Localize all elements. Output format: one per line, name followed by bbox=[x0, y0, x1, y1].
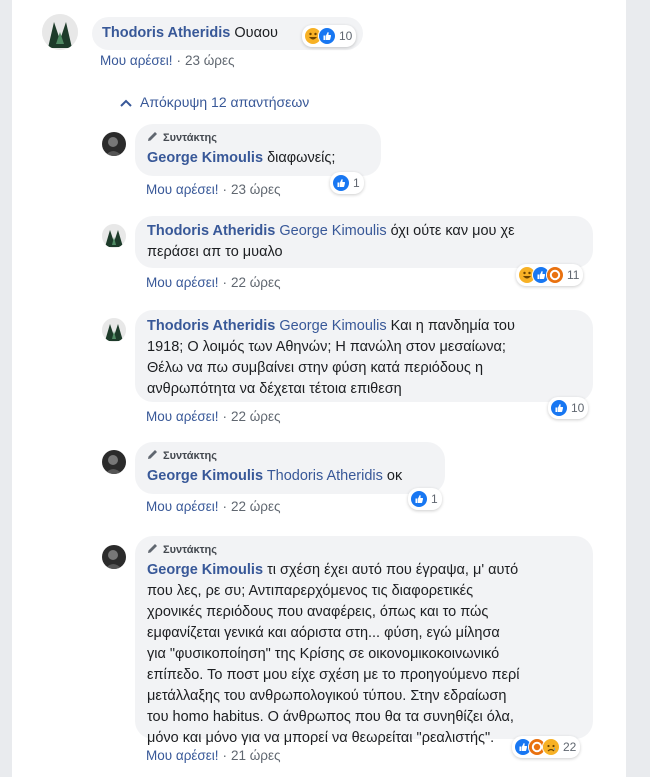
reply-bubble: Συντάκτης George Kimoulis τι σχέση έχει … bbox=[135, 536, 593, 746]
reply-text-line: εμφανίζεται γενικά και αόριστα στη... φύ… bbox=[147, 625, 500, 641]
avatar[interactable] bbox=[102, 132, 126, 156]
reply-text: Και η πανδημία του bbox=[390, 318, 515, 334]
reply-author[interactable]: George Kimoulis bbox=[147, 468, 263, 484]
reply-text: διαφωνείς; bbox=[267, 150, 336, 166]
timestamp[interactable]: 23 ώρες bbox=[185, 53, 235, 68]
reply-text-line: που λες, ρε συ; Αντιπαρερχόμενος τις δια… bbox=[147, 583, 474, 599]
timestamp[interactable]: 22 ώρες bbox=[231, 499, 281, 514]
reaction-summary[interactable]: 22 bbox=[512, 736, 581, 758]
reply-text: όχι ούτε καν μου χε bbox=[390, 223, 515, 239]
timestamp[interactable]: 23 ώρες bbox=[231, 182, 281, 197]
reply-actions: Μου αρέσει! · 22 ώρες bbox=[146, 275, 281, 290]
avatar[interactable] bbox=[102, 545, 126, 569]
reply-actions: Μου αρέσει! · 23 ώρες bbox=[146, 182, 281, 197]
reply-text-line: Θέλω να πω συμβαίνει στην φύση κατά περι… bbox=[147, 360, 484, 376]
angry-reaction-icon bbox=[546, 266, 564, 284]
reaction-count: 10 bbox=[339, 29, 353, 43]
author-badge-label: Συντάκτης bbox=[163, 132, 217, 144]
like-button[interactable]: Μου αρέσει! bbox=[146, 182, 219, 197]
reply-actions: Μου αρέσει! · 21 ώρες bbox=[146, 748, 281, 763]
reply-text-line: για "φυσικοποίηση" της Κρίσης σε οικονομ… bbox=[147, 646, 500, 662]
separator: · bbox=[222, 182, 228, 197]
avatar[interactable] bbox=[102, 450, 126, 474]
reply-text-continued: περάσει απ το μυαλο bbox=[147, 244, 283, 260]
reply-author[interactable]: Thodoris Atheridis bbox=[147, 318, 275, 334]
author-badge: Συντάκτης bbox=[147, 130, 369, 146]
hide-replies-label: Απόκρυψη 12 απαντήσεων bbox=[140, 94, 310, 110]
reaction-summary[interactable]: 11 bbox=[516, 264, 584, 286]
sad-reaction-icon bbox=[542, 738, 560, 756]
comments-panel: Thodoris Atheridis Ουαου 10 Μου αρέσει! ·… bbox=[12, 0, 626, 777]
reply-text-line: 1918; Ο λοιμός των Αθηνών; Η πανώλη στον… bbox=[147, 339, 506, 355]
like-button[interactable]: Μου αρέσει! bbox=[146, 748, 219, 763]
reaction-summary[interactable]: 10 bbox=[302, 25, 357, 47]
reply-bubble: Συντάκτης George Kimoulis διαφωνείς; bbox=[135, 124, 381, 176]
separator: · bbox=[222, 409, 228, 424]
like-button[interactable]: Μου αρέσει! bbox=[146, 499, 219, 514]
timestamp[interactable]: 21 ώρες bbox=[231, 748, 281, 763]
reply-author[interactable]: Thodoris Atheridis bbox=[147, 223, 275, 239]
author-badge-label: Συντάκτης bbox=[163, 544, 217, 556]
avatar[interactable] bbox=[102, 224, 126, 248]
reply-actions: Μου αρέσει! · 22 ώρες bbox=[146, 499, 281, 514]
like-button[interactable]: Μου αρέσει! bbox=[146, 275, 219, 290]
reaction-summary[interactable]: 1 bbox=[408, 488, 442, 510]
avatar[interactable] bbox=[102, 318, 126, 342]
comment-text: Ουαου bbox=[234, 25, 278, 41]
reply-text-line: του homo habitus. Ο άνθρωπος που θα τα σ… bbox=[147, 709, 514, 725]
reply-actions: Μου αρέσει! · 22 ώρες bbox=[146, 409, 281, 424]
reply-text: τι σχέση έχει αυτό που έγραψα, μ' αυτό bbox=[267, 562, 519, 578]
comment-actions: Μου αρέσει! · 23 ώρες bbox=[100, 53, 235, 68]
reply-author[interactable]: George Kimoulis bbox=[147, 562, 263, 578]
reaction-count: 22 bbox=[563, 740, 577, 754]
timestamp[interactable]: 22 ώρες bbox=[231, 275, 281, 290]
like-button[interactable]: Μου αρέσει! bbox=[100, 53, 173, 68]
comment-author[interactable]: Thodoris Atheridis bbox=[102, 25, 230, 41]
reply-bubble: Thodoris Atheridis George Kimoulis όχι ο… bbox=[135, 216, 593, 268]
like-button[interactable]: Μου αρέσει! bbox=[146, 409, 219, 424]
reply-bubble: Συντάκτης George Kimoulis Thodoris Ather… bbox=[135, 442, 445, 494]
avatar[interactable] bbox=[42, 14, 78, 50]
like-reaction-icon bbox=[550, 399, 568, 417]
separator: · bbox=[176, 53, 182, 68]
reply-bubble: Thodoris Atheridis George Kimoulis Και η… bbox=[135, 310, 593, 402]
separator: · bbox=[222, 748, 228, 763]
like-reaction-icon bbox=[318, 27, 336, 45]
reaction-count: 1 bbox=[431, 492, 438, 506]
mention-link[interactable]: George Kimoulis bbox=[279, 318, 386, 334]
author-badge: Συντάκτης bbox=[147, 542, 581, 558]
mention-link[interactable]: George Kimoulis bbox=[279, 223, 386, 239]
reply-author[interactable]: George Kimoulis bbox=[147, 150, 263, 166]
pencil-icon bbox=[147, 448, 159, 464]
reaction-summary[interactable]: 1 bbox=[330, 172, 364, 194]
reply-text-line: επίπεδο. Το ποστ μου είχε σχέση με το πρ… bbox=[147, 667, 520, 683]
separator: · bbox=[222, 499, 228, 514]
pencil-icon bbox=[147, 542, 159, 558]
chevron-up-icon bbox=[120, 94, 132, 110]
mention-link[interactable]: Thodoris Atheridis bbox=[267, 468, 383, 484]
like-reaction-icon bbox=[410, 490, 428, 508]
reply-text: οκ bbox=[386, 468, 403, 484]
pencil-icon bbox=[147, 130, 159, 146]
author-badge: Συντάκτης bbox=[147, 448, 433, 464]
author-badge-label: Συντάκτης bbox=[163, 450, 217, 462]
reaction-count: 11 bbox=[567, 268, 580, 282]
reply-text-line: μετάλλαξης του ανθρωπολογικού τύπου. Στη… bbox=[147, 688, 507, 704]
reaction-summary[interactable]: 10 bbox=[548, 397, 589, 419]
reply-text-line: χρονικές περιόδους που αναφέρεις, όπως κ… bbox=[147, 604, 489, 620]
like-reaction-icon bbox=[332, 174, 350, 192]
timestamp[interactable]: 22 ώρες bbox=[231, 409, 281, 424]
separator: · bbox=[222, 275, 228, 290]
hide-replies-button[interactable]: Απόκρυψη 12 απαντήσεων bbox=[120, 94, 309, 110]
reaction-count: 10 bbox=[571, 401, 585, 415]
reply-text-line: ανθρωπότητα να δέχεται τέτοια επιθεση bbox=[147, 381, 402, 397]
reaction-count: 1 bbox=[353, 176, 360, 190]
